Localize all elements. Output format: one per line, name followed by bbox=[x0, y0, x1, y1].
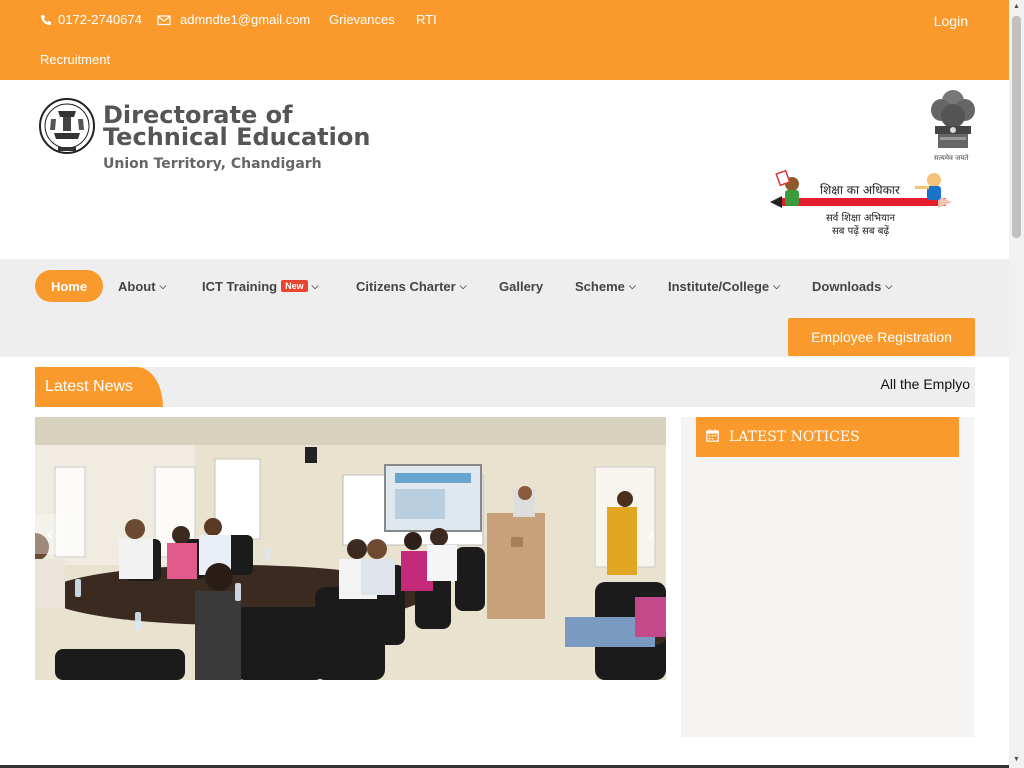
nav-about[interactable]: About ⌵ bbox=[118, 270, 166, 302]
nav-about-label: About bbox=[118, 278, 156, 294]
slide-photo bbox=[35, 417, 666, 680]
latest-notices-header: LATEST NOTICES bbox=[696, 417, 959, 457]
chandigarh-emblem-logo[interactable] bbox=[38, 97, 96, 157]
ssa-line-2: सब पढ़ें सब बढ़ें bbox=[832, 226, 890, 237]
slider-next-button[interactable]: › bbox=[636, 514, 666, 554]
recruitment-link[interactable]: Recruitment bbox=[40, 52, 110, 67]
slider-prev-button[interactable]: ‹ bbox=[35, 514, 65, 554]
ssa-line-1: सर्व शिक्षा अभियान bbox=[826, 213, 896, 224]
calendar-icon bbox=[706, 429, 719, 446]
site-header: Directorate of Technical Education Union… bbox=[0, 80, 1009, 259]
site-title[interactable]: Directorate of Technical Education bbox=[103, 103, 423, 149]
chevron-down-icon: ⌵ bbox=[773, 280, 780, 291]
site-subtitle: Union Territory, Chandigarh bbox=[103, 156, 322, 172]
grievances-link[interactable]: Grievances bbox=[329, 12, 395, 27]
new-badge: New bbox=[281, 280, 308, 292]
employee-registration-button[interactable]: Employee Registration bbox=[788, 318, 975, 356]
email-link[interactable]: admndte1@gmail.com bbox=[157, 12, 310, 27]
login-link[interactable]: Login bbox=[934, 13, 968, 29]
nav-ict-label: ICT Training bbox=[202, 278, 278, 294]
scrollbar-thumb[interactable] bbox=[1012, 16, 1021, 238]
nav-downloads-label: Downloads bbox=[812, 278, 882, 294]
nav-home[interactable]: Home bbox=[35, 270, 103, 302]
phone-link[interactable]: 0172-2740674 bbox=[40, 12, 142, 27]
sarva-shiksha-abhiyan-logo: शिक्षा का अधिकार सर्व शिक्षा अभियान सब प… bbox=[770, 168, 952, 240]
latest-news-bar: Latest News All the Emplyo bbox=[35, 367, 975, 407]
vertical-scrollbar[interactable]: ▲ ▼ bbox=[1009, 0, 1024, 768]
top-bar: 0172-2740674 admndte1@gmail.com Grievanc… bbox=[0, 0, 1009, 80]
chevron-down-icon: ⌵ bbox=[885, 280, 893, 291]
nav-ict-training[interactable]: ICT Training New ⌵ bbox=[202, 270, 318, 302]
chevron-down-icon: ⌵ bbox=[628, 280, 636, 291]
page: 0172-2740674 admndte1@gmail.com Grievanc… bbox=[0, 0, 1009, 768]
envelope-icon bbox=[157, 14, 171, 26]
chevron-down-icon: ⌵ bbox=[159, 280, 167, 291]
nav-institute-college[interactable]: Institute/College ⌵ bbox=[668, 270, 780, 302]
emblem-motto: सत्यमेव जयते bbox=[934, 154, 969, 162]
ssa-title: शिक्षा का अधिकार bbox=[820, 183, 900, 197]
image-slider[interactable]: ‹ › bbox=[35, 417, 666, 680]
nav-citizens-charter[interactable]: Citizens Charter ⌵ bbox=[356, 270, 467, 302]
phone-icon bbox=[40, 14, 52, 26]
main-nav: Home About ⌵ ICT Training New ⌵ Citizens… bbox=[0, 259, 1009, 357]
nav-gallery[interactable]: Gallery bbox=[499, 270, 543, 302]
nav-citizens-label: Citizens Charter bbox=[356, 278, 456, 294]
nav-scheme-label: Scheme bbox=[575, 278, 625, 294]
news-ticker[interactable]: All the Emplyo bbox=[881, 376, 970, 392]
chevron-down-icon: ⌵ bbox=[311, 280, 319, 291]
scroll-up-icon[interactable]: ▲ bbox=[1012, 3, 1021, 12]
national-emblem-icon: सत्यमेव जयते bbox=[928, 88, 978, 166]
scroll-down-icon[interactable]: ▼ bbox=[1012, 756, 1021, 765]
latest-notices-panel: LATEST NOTICES bbox=[681, 417, 974, 737]
nav-scheme[interactable]: Scheme ⌵ bbox=[575, 270, 636, 302]
latest-notices-title: LATEST NOTICES bbox=[729, 429, 860, 445]
rti-link[interactable]: RTI bbox=[416, 12, 437, 27]
chevron-down-icon: ⌵ bbox=[459, 280, 467, 291]
nav-downloads[interactable]: Downloads ⌵ bbox=[812, 270, 892, 302]
latest-news-label: Latest News bbox=[35, 367, 163, 407]
email-address: admndte1@gmail.com bbox=[180, 12, 311, 27]
phone-number: 0172-2740674 bbox=[58, 12, 142, 27]
nav-institute-label: Institute/College bbox=[668, 278, 770, 294]
